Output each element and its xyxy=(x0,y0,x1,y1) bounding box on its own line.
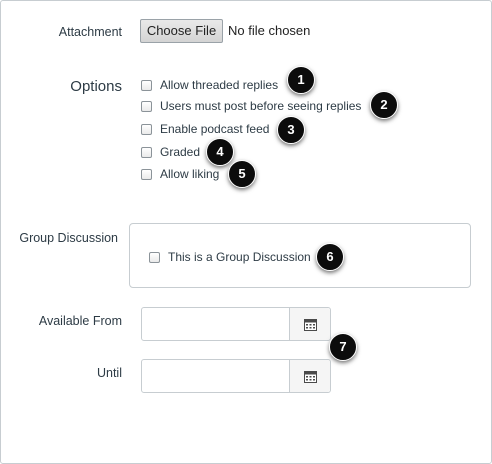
calendar-icon xyxy=(303,370,317,383)
callout-badge-7: 7 xyxy=(329,333,357,361)
file-status: No file chosen xyxy=(228,23,311,38)
option-label: Graded xyxy=(160,145,201,159)
checkbox[interactable] xyxy=(141,79,152,91)
checkbox[interactable] xyxy=(141,168,152,180)
option-label: Users must post before seeing replies xyxy=(160,99,362,113)
options-label: Options xyxy=(70,78,122,95)
group-discussion-label: Group Discussion xyxy=(19,231,118,245)
until-input[interactable] xyxy=(141,359,331,393)
option-group-discussion[interactable]: This is a Group Discussion xyxy=(149,249,311,265)
checkbox[interactable] xyxy=(141,123,152,135)
callout-badge-5: 5 xyxy=(228,160,256,188)
group-discussion-box: This is a Group Discussion xyxy=(129,223,471,288)
option-label: This is a Group Discussion xyxy=(168,250,311,264)
callout-badge-3: 3 xyxy=(277,116,305,144)
until-label: Until xyxy=(96,366,122,380)
callout-badge-4: 4 xyxy=(206,138,234,166)
checkbox[interactable] xyxy=(141,100,152,112)
option-allow-liking[interactable]: Allow liking xyxy=(141,166,219,182)
callout-badge-1: 1 xyxy=(287,66,315,94)
attachment-label: Attachment xyxy=(58,25,122,39)
available-from-label: Available From xyxy=(38,314,122,328)
callout-badge-6: 6 xyxy=(316,243,344,271)
option-label: Allow threaded replies xyxy=(160,78,279,92)
option-users-must-post[interactable]: Users must post before seeing replies xyxy=(141,98,361,114)
option-enable-podcast-feed[interactable]: Enable podcast feed xyxy=(141,121,269,137)
choose-file-button[interactable]: Choose File xyxy=(140,19,223,43)
checkbox[interactable] xyxy=(141,146,152,158)
available-from-input[interactable] xyxy=(141,307,331,341)
option-allow-threaded-replies[interactable]: Allow threaded replies xyxy=(141,77,278,93)
available-from-calendar-button[interactable] xyxy=(289,308,330,340)
until-calendar-button[interactable] xyxy=(289,360,330,392)
option-label: Allow liking xyxy=(160,167,220,181)
option-graded[interactable]: Graded xyxy=(141,144,200,160)
option-label: Enable podcast feed xyxy=(160,122,270,136)
checkbox[interactable] xyxy=(149,251,160,263)
callout-badge-2: 2 xyxy=(370,91,398,119)
calendar-icon xyxy=(303,318,317,331)
